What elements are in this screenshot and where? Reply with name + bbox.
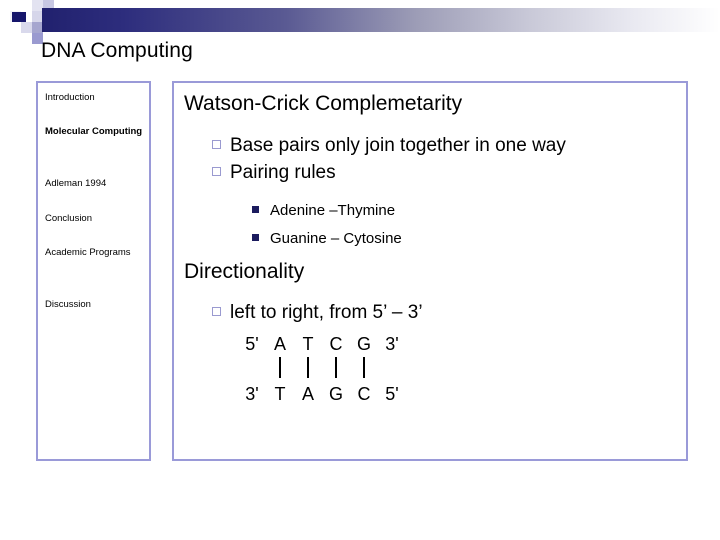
sidebar-item-label: Molecular Computing (45, 126, 143, 137)
section-heading-watson-crick: Watson-Crick Complemetarity (184, 92, 463, 115)
dna-bond-bar (350, 357, 378, 383)
sidebar-item-label: Discussion (45, 299, 91, 310)
dna-bond-bar (294, 357, 322, 383)
dna-bottom-base: C (357, 384, 371, 404)
header-gradient-bar (42, 8, 720, 32)
dna-bottom-base: G (328, 384, 343, 404)
bullet-text: Pairing rules (230, 162, 336, 183)
solid-square-bullet-icon (252, 206, 259, 213)
decor-square (10, 0, 21, 11)
bullet-text: left to right, from 5’ – 3’ (230, 302, 423, 323)
sidebar-item-discussion[interactable]: Discussion (45, 297, 149, 313)
subbullet-adenine-thymine: Adenine –Thymine (252, 200, 395, 221)
subbullet-text: Guanine – Cytosine (270, 230, 402, 247)
dna-bottom-base: A (301, 384, 314, 404)
dna-top-strand: 5' A T C G 3' (238, 333, 468, 355)
decor-square (10, 22, 21, 33)
slide-content-panel: Watson-Crick Complemetarity Base pairs o… (172, 81, 688, 461)
decor-square (21, 33, 32, 44)
decor-square (21, 0, 32, 11)
sidebar-item-adleman-1994[interactable]: Adleman 1994 (45, 176, 149, 192)
dna-bottom-right-end: 5' (385, 384, 399, 404)
bullet-base-pairs: Base pairs only join together in one way (212, 133, 566, 158)
dna-duplex-diagram: 5' A T C G 3' 3' T A G C 5' (238, 333, 468, 405)
bullet-left-to-right: left to right, from 5’ – 3’ (212, 300, 423, 325)
sidebar-item-label: Adleman 1994 (45, 178, 107, 189)
sidebar-nav: Introduction Molecular Computing Adleman… (36, 81, 151, 461)
hollow-square-bullet-icon (212, 307, 221, 316)
bullet-pairing-rules: Pairing rules (212, 160, 336, 185)
sidebar-item-molecular-computing[interactable]: Molecular Computing (45, 124, 149, 140)
dna-top-base: G (356, 334, 371, 354)
dna-top-left-end: 5' (245, 334, 259, 354)
sidebar-item-conclusion[interactable]: Conclusion (45, 211, 149, 227)
section-heading-directionality: Directionality (184, 260, 305, 283)
dna-bottom-left-end: 3' (245, 384, 259, 404)
decor-square (21, 22, 32, 33)
sidebar-item-label: Academic Programs (45, 247, 131, 258)
dna-hydrogen-bonds (238, 357, 468, 383)
dna-bond-spacer (378, 357, 406, 383)
sidebar-item-label: Introduction (45, 92, 95, 103)
sidebar-item-label: Conclusion (45, 213, 92, 224)
solid-square-bullet-icon (252, 234, 259, 241)
dna-top-right-end: 3' (385, 334, 399, 354)
hollow-square-bullet-icon (212, 167, 221, 176)
dna-bottom-base: T (274, 384, 286, 404)
dna-top-base: A (273, 334, 286, 354)
dna-bond-bar (266, 357, 294, 383)
dna-top-base: T (302, 334, 314, 354)
dna-bond-spacer (238, 357, 266, 383)
sidebar-item-introduction[interactable]: Introduction (45, 90, 149, 106)
hollow-square-bullet-icon (212, 140, 221, 149)
sidebar-item-academic-programs[interactable]: Academic Programs (45, 245, 149, 261)
bullet-text: Base pairs only join together in one way (230, 135, 566, 156)
subbullet-guanine-cytosine: Guanine – Cytosine (252, 228, 402, 249)
page-title: DNA Computing (41, 39, 193, 62)
dna-bottom-strand: 3' T A G C 5' (238, 383, 468, 405)
subbullet-text: Adenine –Thymine (270, 202, 396, 219)
dna-bond-bar (322, 357, 350, 383)
dna-top-base: C (329, 334, 343, 354)
